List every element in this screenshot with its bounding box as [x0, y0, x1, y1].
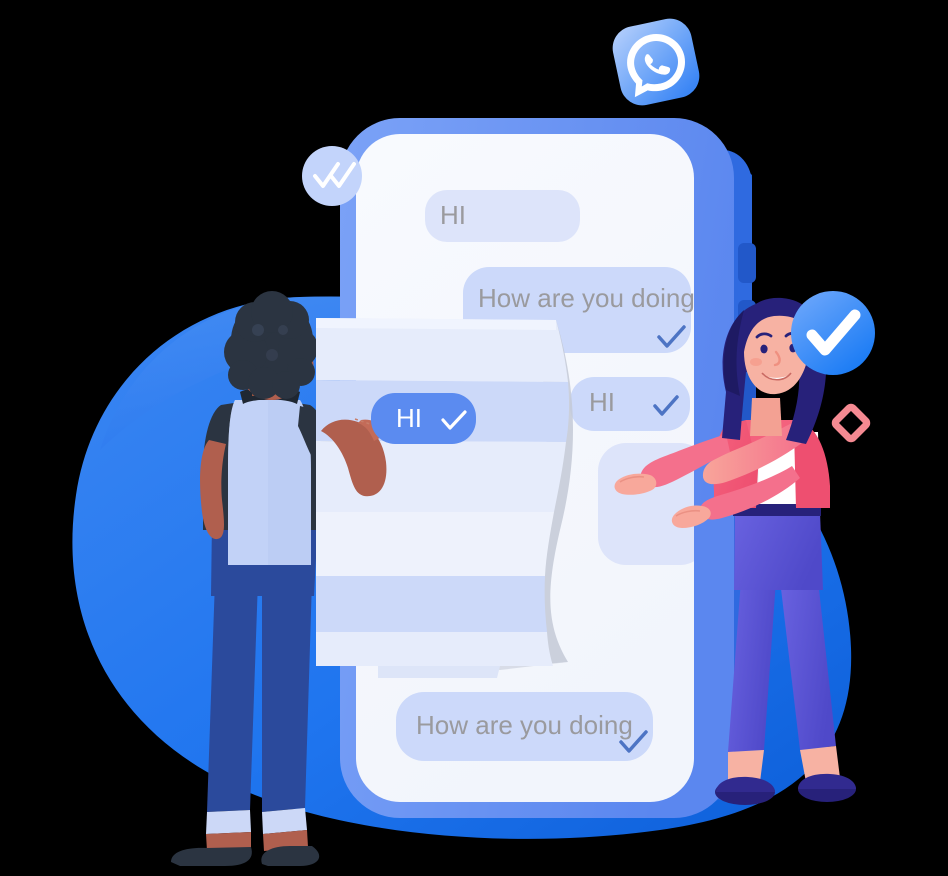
verified-check-badge[interactable]: [791, 291, 875, 375]
chat-bubble-text: HI: [396, 403, 422, 433]
diamond-accent: [831, 403, 871, 443]
hips: [734, 512, 823, 590]
cheek: [750, 358, 762, 366]
chat-bubble-text: How are you doing: [416, 710, 633, 740]
diamond-outline-icon: [831, 403, 871, 443]
shoe-left: [171, 847, 252, 866]
chat-bubble-text: HI: [589, 387, 615, 417]
chat-bubble-text: HI: [440, 200, 466, 230]
chat-bubble-text: How are you doing: [478, 283, 695, 313]
chat-bubble-how-are-you-2[interactable]: How are you doing: [396, 692, 653, 761]
folded-paper-banner: [316, 318, 573, 678]
paper-bands: [316, 318, 570, 666]
eye-left: [760, 344, 768, 354]
whatsapp-icon[interactable]: [609, 15, 704, 110]
chat-bubble-hi-2[interactable]: HI: [570, 377, 690, 431]
pant-cuff: [262, 808, 307, 834]
whatsapp-chat-illustration: HI How are you doing HI How are you doin…: [0, 0, 948, 876]
double-check-badge[interactable]: [302, 146, 362, 206]
pant-cuff: [206, 810, 251, 834]
neck: [750, 398, 782, 436]
chat-bubble-hi-outgoing[interactable]: HI: [371, 393, 476, 444]
chat-bubble-hi-1[interactable]: HI: [425, 190, 580, 242]
